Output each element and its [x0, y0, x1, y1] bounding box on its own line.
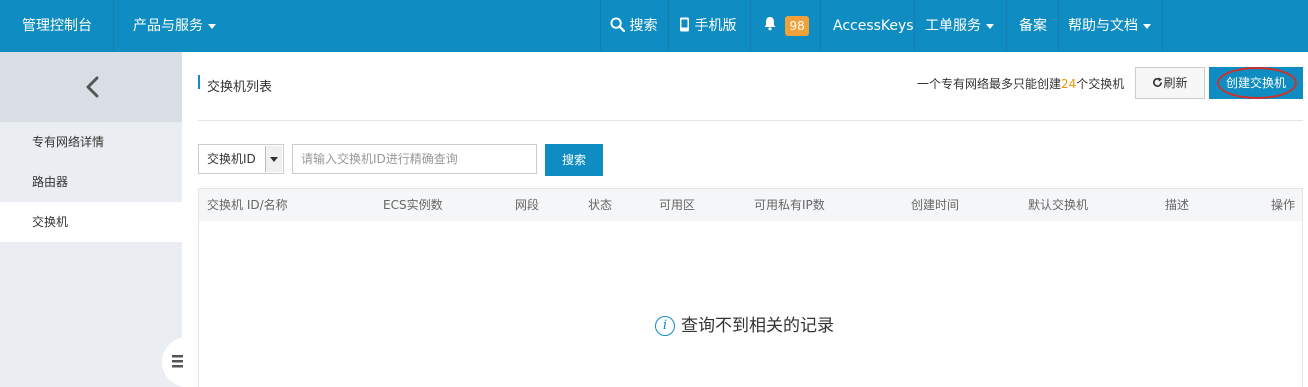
- refresh-label: 刷新: [1163, 76, 1188, 90]
- refresh-icon: [1153, 77, 1163, 87]
- search-link[interactable]: 搜索: [610, 0, 657, 52]
- search-icon: [610, 17, 626, 33]
- table-header: 交换机 ID/名称 ECS实例数 网段 状态 可用区 可用私有IP数 创建时间 …: [198, 188, 1303, 222]
- column-header: 可用区: [659, 198, 696, 212]
- vswitch-limit-note: 一个专有网络最多只能创建24个交换机: [917, 75, 1124, 92]
- menu-icon: [172, 355, 183, 368]
- mobile-icon: [680, 17, 689, 32]
- mobile-link[interactable]: 手机版: [679, 0, 736, 52]
- highlight-ring: [1217, 67, 1297, 99]
- column-header: ECS实例数: [383, 198, 443, 212]
- navbar-divider: [668, 0, 669, 52]
- header-divider: [198, 120, 1303, 121]
- column-header: 状态: [588, 198, 613, 212]
- top-navbar: 管理控制台 产品与服务 搜索 手机版 98 AccessKeys 工单服务 备案…: [0, 0, 1308, 52]
- sidebar-back-button[interactable]: [0, 52, 182, 122]
- chevron-down-icon: [208, 23, 216, 29]
- limit-suffix: 个交换机: [1076, 77, 1125, 91]
- navbar-divider: [113, 0, 114, 52]
- sidebar-item-vpc-details[interactable]: 专有网络详情: [0, 122, 182, 162]
- limit-prefix: 一个专有网络最多只能创建: [917, 77, 1062, 91]
- column-header: 创建时间: [911, 198, 960, 212]
- beian-link[interactable]: 备案: [1019, 0, 1047, 52]
- create-vswitch-button[interactable]: 创建交换机: [1209, 67, 1303, 99]
- filter-type-select[interactable]: 交换机ID: [198, 144, 284, 174]
- empty-state-text: 查询不到相关的记录: [681, 316, 834, 336]
- table-body: [198, 221, 1303, 387]
- accesskeys-link[interactable]: AccessKeys: [833, 0, 914, 52]
- column-header: 操作: [1271, 198, 1296, 212]
- search-input[interactable]: [292, 144, 537, 174]
- empty-state: i 查询不到相关的记录: [655, 314, 834, 338]
- column-header: 网段: [515, 198, 540, 212]
- column-header: 默认交换机: [1028, 198, 1089, 212]
- sidebar: 专有网络详情 路由器 交换机: [0, 52, 188, 387]
- chevron-down-icon: [1143, 23, 1151, 29]
- column-header: 交换机 ID/名称: [207, 198, 288, 212]
- page-title: 交换机列表: [207, 80, 273, 95]
- products-menu-label: 产品与服务: [133, 18, 203, 34]
- back-chevron-icon: [86, 76, 99, 98]
- column-header: 描述: [1165, 198, 1190, 212]
- sidebar-item-vswitch[interactable]: 交换机: [0, 202, 182, 242]
- products-menu[interactable]: 产品与服务: [133, 0, 216, 52]
- navbar-divider: [820, 0, 821, 52]
- help-menu-label: 帮助与文档: [1068, 18, 1138, 34]
- title-accent-bar: [198, 75, 200, 89]
- console-home-link[interactable]: 管理控制台: [22, 0, 92, 52]
- dropdown-arrow-icon: [265, 146, 282, 172]
- tickets-menu[interactable]: 工单服务: [925, 0, 994, 52]
- sidebar-toggle-handle[interactable]: [162, 337, 188, 387]
- notifications-button[interactable]: 98: [763, 0, 809, 52]
- help-menu[interactable]: 帮助与文档: [1068, 0, 1151, 52]
- refresh-button[interactable]: 刷新: [1135, 67, 1205, 99]
- navbar-divider: [914, 0, 915, 52]
- navbar-divider: [1162, 0, 1163, 52]
- sidebar-item-router[interactable]: 路由器: [0, 162, 182, 202]
- tickets-menu-label: 工单服务: [925, 18, 981, 34]
- chevron-down-icon: [986, 23, 994, 29]
- navbar-divider: [1058, 0, 1059, 52]
- filter-type-value: 交换机ID: [207, 152, 256, 166]
- search-link-label: 搜索: [629, 18, 658, 34]
- mobile-link-label: 手机版: [694, 18, 737, 34]
- navbar-divider: [1006, 0, 1007, 52]
- navbar-divider: [750, 0, 751, 52]
- column-header: 可用私有IP数: [754, 198, 825, 212]
- bell-icon: [764, 17, 776, 31]
- search-button[interactable]: 搜索: [545, 144, 603, 176]
- info-icon: i: [655, 316, 675, 336]
- notification-count-badge: 98: [785, 16, 809, 36]
- limit-count: 24: [1061, 77, 1077, 91]
- navbar-divider: [600, 0, 601, 52]
